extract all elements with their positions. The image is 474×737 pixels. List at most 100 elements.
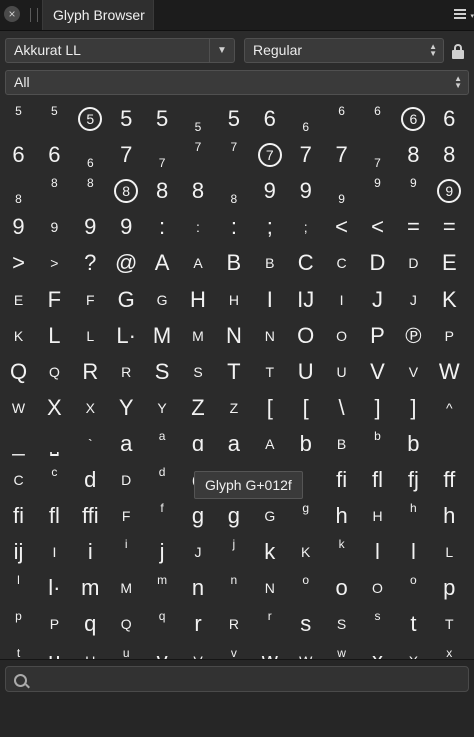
glyph-cell[interactable]: >	[1, 245, 37, 281]
glyph-cell[interactable]: 5	[72, 101, 108, 137]
glyph-cell[interactable]: n	[180, 570, 216, 606]
glyph-cell[interactable]: Z	[216, 390, 252, 426]
glyph-cell[interactable]: L	[431, 534, 467, 570]
glyph-cell[interactable]: p	[431, 570, 467, 606]
glyph-cell[interactable]: 8	[180, 173, 216, 209]
glyph-cell[interactable]: t	[1, 643, 37, 660]
glyph-cell[interactable]: 7	[252, 137, 288, 173]
glyph-cell[interactable]: w	[252, 643, 288, 660]
glyph-cell[interactable]: s	[360, 606, 396, 642]
glyph-cell[interactable]: G	[252, 498, 288, 534]
glyph-cell[interactable]: 6	[252, 101, 288, 137]
glyph-cell[interactable]: L·	[108, 318, 144, 354]
glyph-cell[interactable]: A	[144, 245, 180, 281]
glyph-cell[interactable]: K	[431, 282, 467, 318]
glyph-cell[interactable]: 7	[180, 137, 216, 173]
glyph-cell[interactable]: 9	[431, 173, 467, 209]
glyph-cell[interactable]: 5	[216, 101, 252, 137]
glyph-cell[interactable]: b	[360, 426, 396, 462]
glyph-cell[interactable]: B	[216, 245, 252, 281]
glyph-cell[interactable]: 8	[36, 173, 72, 209]
glyph-cell[interactable]: m	[144, 570, 180, 606]
glyph-cell[interactable]: fi	[324, 462, 360, 498]
glyph-cell[interactable]: U	[288, 354, 324, 390]
glyph-cell[interactable]: K	[1, 318, 37, 354]
glyph-cell[interactable]: \	[324, 390, 360, 426]
chevron-down-icon[interactable]: ▼	[209, 39, 234, 62]
glyph-cell[interactable]: U	[324, 354, 360, 390]
glyph-cell[interactable]: Q	[36, 354, 72, 390]
glyph-cell[interactable]: b	[395, 426, 431, 462]
glyph-cell[interactable]: k	[252, 534, 288, 570]
unlock-icon[interactable]	[452, 44, 464, 59]
drag-grip-icon[interactable]	[30, 8, 38, 22]
glyph-cell[interactable]: J	[360, 282, 396, 318]
glyph-cell[interactable]: W	[288, 643, 324, 660]
glyph-cell[interactable]: X	[72, 390, 108, 426]
glyph-cell[interactable]: N	[216, 318, 252, 354]
glyph-cell[interactable]: 5	[1, 101, 37, 137]
glyph-cell[interactable]: `	[72, 426, 108, 462]
glyph-cell[interactable]: C	[288, 245, 324, 281]
glyph-cell[interactable]: ]	[395, 390, 431, 426]
glyph-cell[interactable]: fj	[395, 462, 431, 498]
glyph-cell[interactable]: 8	[108, 173, 144, 209]
panel-menu-icon[interactable]: ▾	[454, 9, 474, 20]
glyph-cell[interactable]: B	[252, 245, 288, 281]
glyph-cell[interactable]: k	[324, 534, 360, 570]
glyph-cell[interactable]: o	[288, 570, 324, 606]
glyph-cell[interactable]: A	[252, 426, 288, 462]
search-input[interactable]	[5, 666, 469, 692]
glyph-cell[interactable]: f	[144, 498, 180, 534]
glyph-cell[interactable]: ⎵	[36, 426, 72, 462]
glyph-cell[interactable]: v	[144, 643, 180, 660]
close-icon[interactable]: ×	[4, 6, 20, 22]
glyph-cell[interactable]: ;	[288, 209, 324, 245]
glyph-cell[interactable]: P	[360, 318, 396, 354]
glyph-cell[interactable]: H	[180, 282, 216, 318]
glyph-cell[interactable]: g	[180, 498, 216, 534]
glyph-cell[interactable]: :	[144, 209, 180, 245]
tab-glyph-browser[interactable]: Glyph Browser	[42, 0, 154, 30]
glyph-cell[interactable]: 9	[252, 173, 288, 209]
glyph-cell[interactable]: D	[360, 245, 396, 281]
font-style-select[interactable]: Regular ▲ ▼	[244, 38, 444, 63]
glyph-cell[interactable]: ?	[72, 245, 108, 281]
glyph-cell[interactable]: X	[36, 390, 72, 426]
glyph-cell[interactable]: 9	[108, 209, 144, 245]
glyph-cell[interactable]: t	[395, 606, 431, 642]
glyph-cell[interactable]: <	[360, 209, 396, 245]
glyph-cell[interactable]: l	[1, 570, 37, 606]
glyph-cell[interactable]: m	[72, 570, 108, 606]
glyph-cell[interactable]: 9	[288, 173, 324, 209]
glyph-cell[interactable]: i	[108, 534, 144, 570]
stepper-arrows-icon[interactable]: ▲ ▼	[454, 75, 462, 90]
glyph-cell[interactable]: X	[395, 643, 431, 660]
glyph-cell[interactable]: R	[72, 354, 108, 390]
glyph-cell[interactable]: l·	[36, 570, 72, 606]
glyph-cell[interactable]: ɑ	[180, 426, 216, 462]
glyph-cell[interactable]: 5	[108, 101, 144, 137]
glyph-cell[interactable]: <	[324, 209, 360, 245]
glyph-cell[interactable]: o	[324, 570, 360, 606]
glyph-cell[interactable]: 5	[180, 101, 216, 137]
glyph-cell[interactable]: x	[360, 643, 396, 660]
glyph-cell[interactable]: 6	[395, 101, 431, 137]
glyph-cell[interactable]: l	[360, 534, 396, 570]
glyph-cell[interactable]: O	[324, 318, 360, 354]
glyph-cell[interactable]: H	[216, 282, 252, 318]
glyph-cell[interactable]: p	[1, 606, 37, 642]
glyph-cell[interactable]: 7	[324, 137, 360, 173]
glyph-cell[interactable]: ]	[360, 390, 396, 426]
glyph-cell[interactable]: @	[108, 245, 144, 281]
glyph-cell[interactable]: r	[180, 606, 216, 642]
glyph-cell[interactable]: N	[252, 318, 288, 354]
glyph-cell[interactable]: =	[431, 209, 467, 245]
glyph-cell[interactable]: 9	[360, 173, 396, 209]
glyph-cell[interactable]: ff	[431, 462, 467, 498]
glyph-cell[interactable]: W	[431, 354, 467, 390]
glyph-cell[interactable]: 9	[1, 209, 37, 245]
stepper-arrows-icon[interactable]: ▲ ▼	[429, 43, 437, 58]
glyph-cell[interactable]: g	[288, 498, 324, 534]
glyph-cell[interactable]: Q	[1, 354, 37, 390]
